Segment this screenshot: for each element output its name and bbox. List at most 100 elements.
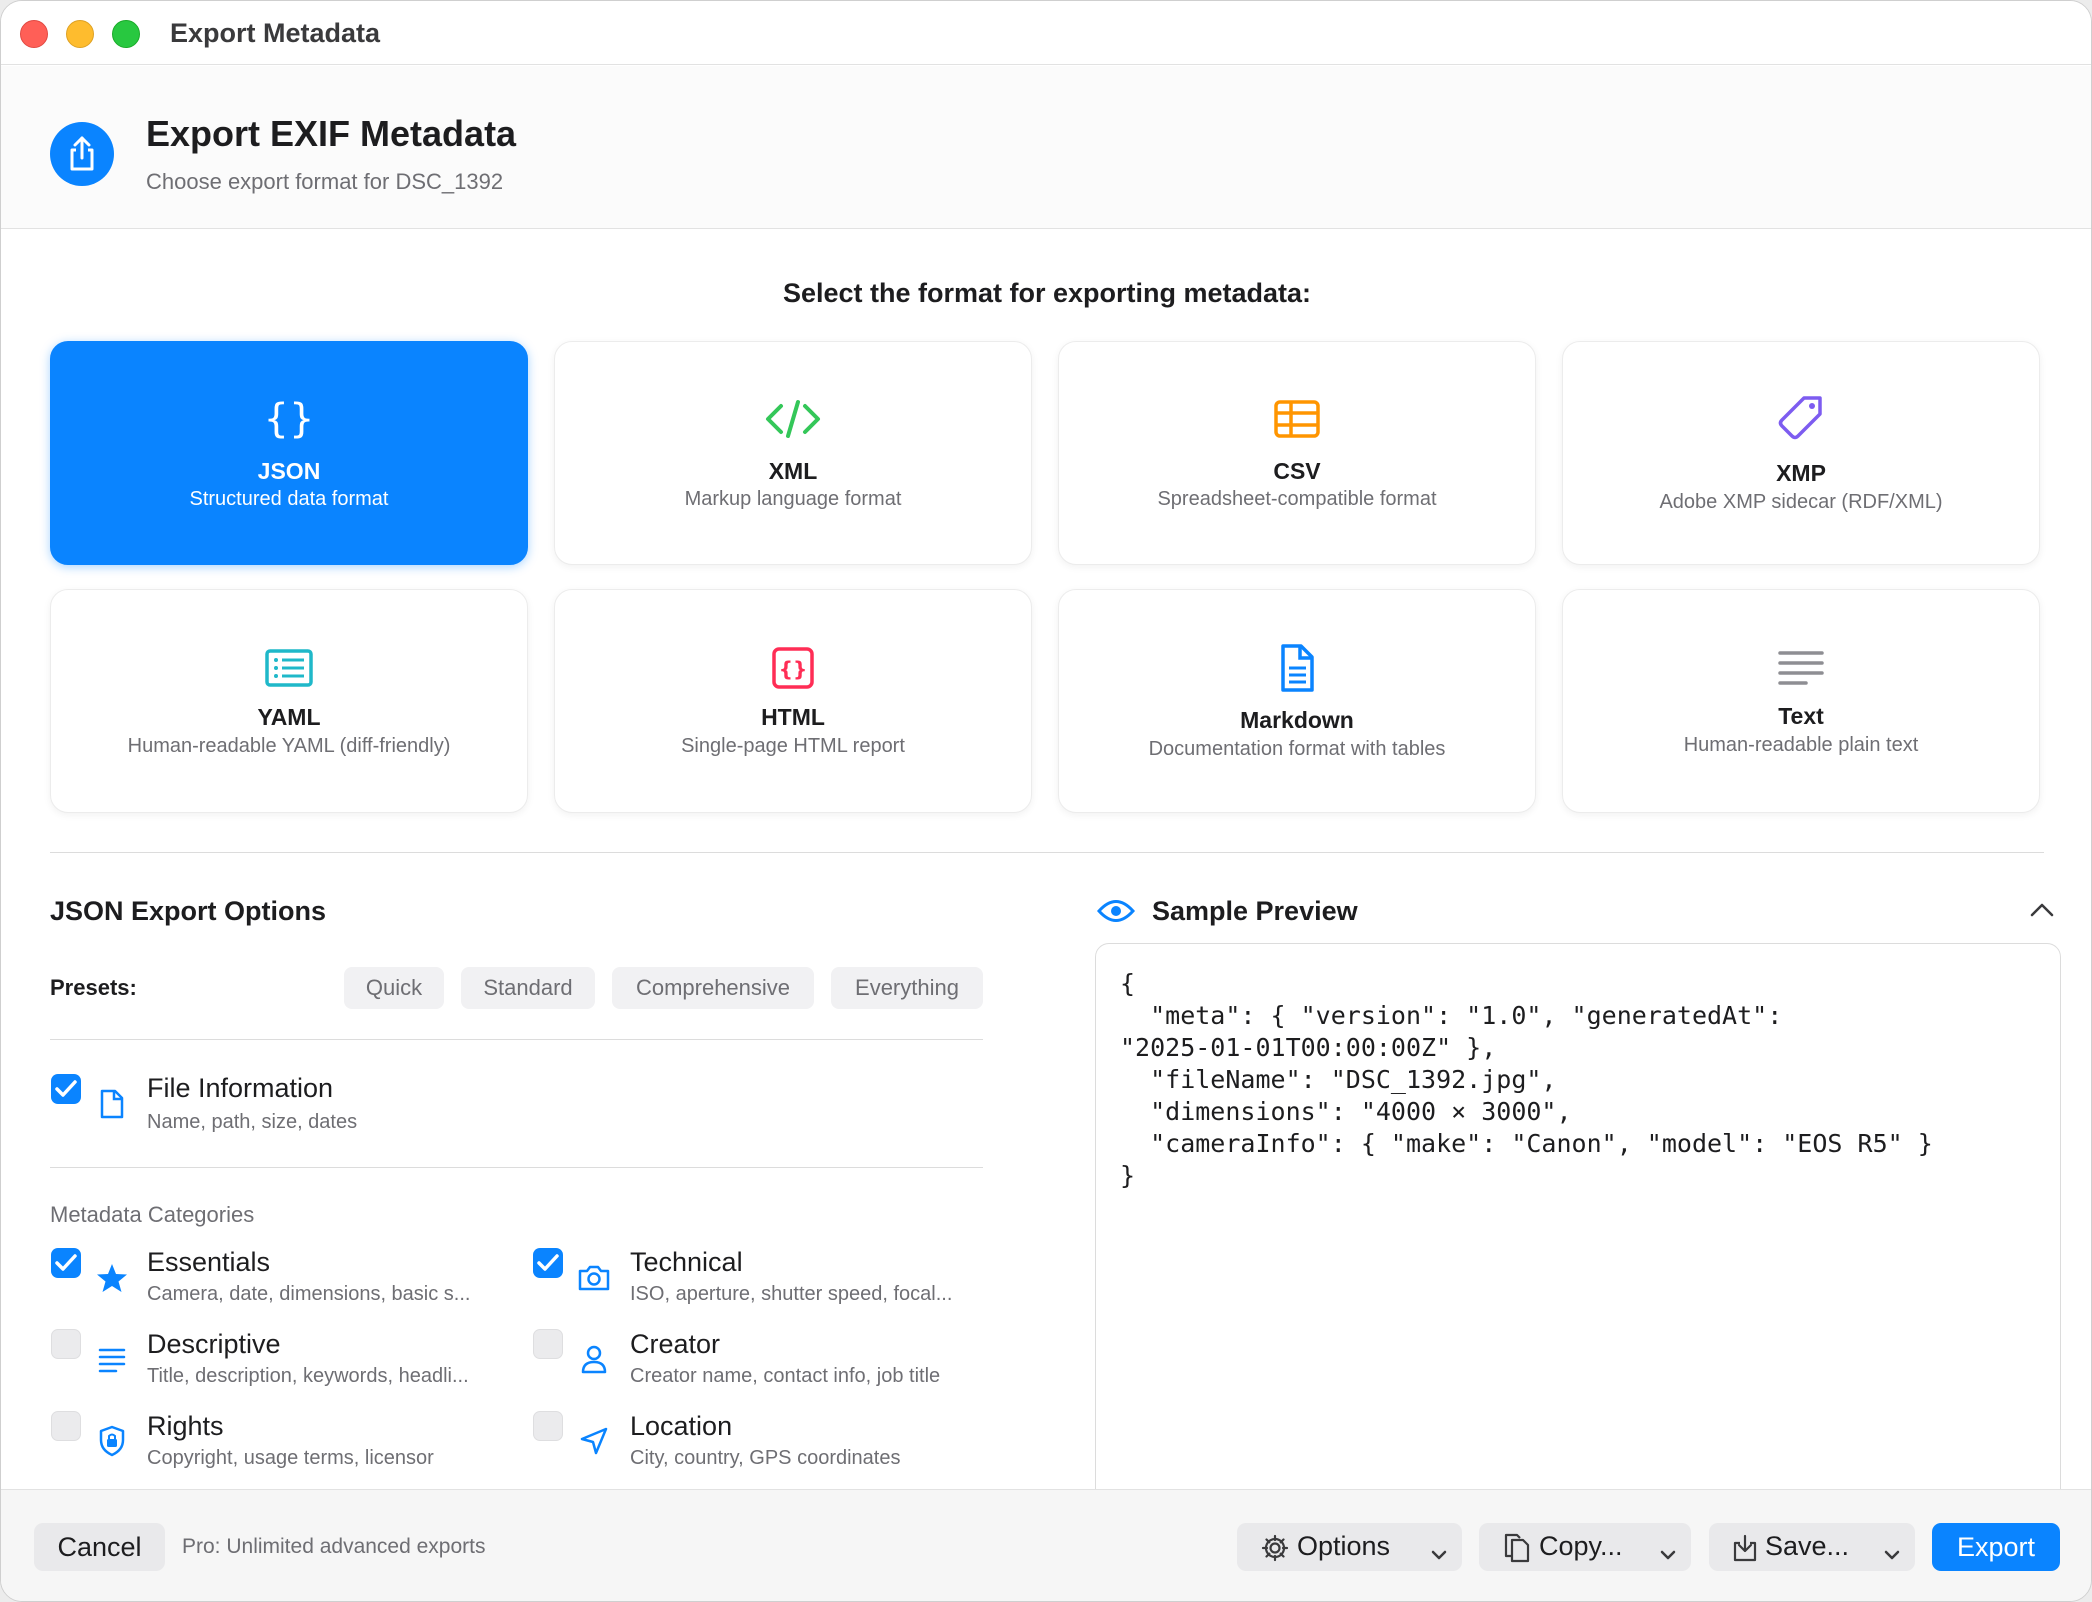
svg-text:{}: {} bbox=[264, 396, 314, 442]
chevron-down-icon bbox=[1659, 1538, 1677, 1569]
collapse-preview-button[interactable] bbox=[2029, 901, 2055, 919]
options-divider bbox=[50, 1039, 983, 1040]
preview-code: { "meta": { "version": "1.0", "generated… bbox=[1120, 969, 1933, 1190]
preview-title: Sample Preview bbox=[1152, 896, 1358, 926]
technical-checkbox[interactable] bbox=[533, 1248, 563, 1278]
preset-quick-button[interactable]: Quick bbox=[344, 967, 444, 1009]
format-name: XMP bbox=[1776, 460, 1826, 486]
essentials-checkbox[interactable] bbox=[51, 1248, 81, 1278]
code-icon bbox=[555, 394, 1031, 444]
svg-text:{}: {} bbox=[779, 657, 807, 681]
pro-note: Pro: Unlimited advanced exports bbox=[182, 1535, 486, 1558]
copy-label: Copy... bbox=[1539, 1531, 1623, 1561]
descriptive-checkbox[interactable] bbox=[51, 1329, 81, 1359]
rights-desc: Copyright, usage terms, licensor bbox=[147, 1447, 434, 1469]
lock-shield-icon bbox=[95, 1424, 129, 1458]
options-button[interactable]: Options bbox=[1237, 1523, 1462, 1571]
preset-comprehensive-button[interactable]: Comprehensive bbox=[612, 967, 814, 1009]
format-card-html[interactable]: {} HTML Single-page HTML report bbox=[554, 589, 1032, 813]
file-information-title: File Information bbox=[147, 1073, 334, 1103]
file-information-desc: Name, path, size, dates bbox=[147, 1111, 358, 1133]
tag-icon bbox=[1563, 394, 2039, 444]
essentials-title: Essentials bbox=[147, 1247, 271, 1277]
section-divider bbox=[50, 852, 2044, 853]
format-description: Spreadsheet-compatible format bbox=[1157, 488, 1437, 510]
location-checkbox[interactable] bbox=[533, 1411, 563, 1441]
person-icon bbox=[577, 1342, 611, 1376]
chevron-down-icon bbox=[1430, 1538, 1448, 1569]
format-description: Single-page HTML report bbox=[681, 735, 905, 757]
gear-icon bbox=[1261, 1534, 1289, 1562]
cancel-button[interactable]: Cancel bbox=[34, 1523, 165, 1571]
window-title: Export Metadata bbox=[170, 18, 381, 48]
dialog-header: Export EXIF Metadata Choose export forma… bbox=[1, 66, 2091, 229]
save-button[interactable]: Save... bbox=[1709, 1523, 1915, 1571]
categories-divider bbox=[50, 1167, 983, 1168]
location-arrow-icon bbox=[577, 1424, 611, 1458]
format-card-xml[interactable]: XML Markup language format bbox=[554, 341, 1032, 565]
format-name: JSON bbox=[257, 458, 321, 484]
file-icon bbox=[95, 1087, 129, 1121]
preview-box: { "meta": { "version": "1.0", "generated… bbox=[1095, 943, 2061, 1503]
format-card-json[interactable]: {} JSON Structured data format bbox=[50, 341, 528, 565]
list-doc-icon bbox=[51, 643, 527, 693]
braces-icon: {} bbox=[51, 394, 527, 444]
format-description: Human-readable plain text bbox=[1683, 734, 1919, 756]
minimize-window-button[interactable] bbox=[66, 20, 94, 48]
format-description: Markup language format bbox=[684, 488, 902, 510]
technical-desc: ISO, aperture, shutter speed, focal... bbox=[630, 1283, 953, 1305]
technical-title: Technical bbox=[630, 1247, 743, 1277]
close-window-button[interactable] bbox=[20, 20, 48, 48]
format-card-csv[interactable]: CSV Spreadsheet-compatible format bbox=[1058, 341, 1536, 565]
copy-button[interactable]: Copy... bbox=[1479, 1523, 1691, 1571]
table-icon bbox=[1059, 394, 1535, 444]
share-icon bbox=[50, 122, 114, 186]
eye-icon bbox=[1096, 898, 1136, 924]
download-icon bbox=[1731, 1533, 1759, 1563]
export-button[interactable]: Export bbox=[1932, 1523, 2060, 1571]
zoom-window-button[interactable] bbox=[112, 20, 140, 48]
rights-checkbox[interactable] bbox=[51, 1411, 81, 1441]
presets-label: Presets: bbox=[50, 975, 137, 1000]
location-desc: City, country, GPS coordinates bbox=[630, 1447, 901, 1469]
format-description: Documentation format with tables bbox=[1148, 738, 1446, 760]
options-label: Options bbox=[1297, 1531, 1391, 1561]
format-card-text[interactable]: Text Human-readable plain text bbox=[1562, 589, 2040, 813]
save-label: Save... bbox=[1765, 1531, 1850, 1561]
text-lines-icon bbox=[1563, 643, 2039, 693]
essentials-desc: Camera, date, dimensions, basic s... bbox=[147, 1283, 471, 1305]
descriptive-desc: Title, description, keywords, headli... bbox=[147, 1365, 469, 1387]
format-card-yaml[interactable]: YAML Human-readable YAML (diff-friendly) bbox=[50, 589, 528, 813]
format-name: Text bbox=[1778, 703, 1824, 729]
creator-checkbox[interactable] bbox=[533, 1329, 563, 1359]
star-icon bbox=[95, 1261, 129, 1295]
dialog-footer: Cancel Pro: Unlimited advanced exports O… bbox=[1, 1489, 2091, 1601]
dialog-subtitle: Choose export format for DSC_1392 bbox=[146, 169, 504, 194]
preset-everything-button[interactable]: Everything bbox=[831, 967, 983, 1009]
text-align-icon bbox=[95, 1342, 129, 1376]
preset-standard-button[interactable]: Standard bbox=[461, 967, 595, 1009]
dialog-title: Export EXIF Metadata bbox=[146, 113, 517, 154]
export-options-title: JSON Export Options bbox=[50, 896, 327, 926]
document-icon bbox=[1059, 643, 1535, 693]
format-card-markdown[interactable]: Markdown Documentation format with table… bbox=[1058, 589, 1536, 813]
file-information-checkbox[interactable] bbox=[51, 1074, 81, 1104]
format-name: HTML bbox=[761, 704, 825, 730]
export-metadata-window: Export Metadata Export EXIF Metadata Cho… bbox=[0, 0, 2092, 1602]
metadata-categories-label: Metadata Categories bbox=[50, 1202, 255, 1227]
rights-title: Rights bbox=[147, 1411, 224, 1441]
format-description: Structured data format bbox=[189, 488, 389, 510]
format-name: YAML bbox=[257, 704, 321, 730]
chevron-down-icon bbox=[1883, 1538, 1901, 1569]
location-title: Location bbox=[630, 1411, 733, 1441]
creator-title: Creator bbox=[630, 1329, 721, 1359]
format-name: CSV bbox=[1273, 458, 1321, 484]
descriptive-title: Descriptive bbox=[147, 1329, 281, 1359]
title-bar: Export Metadata bbox=[1, 1, 2091, 65]
format-card-xmp[interactable]: XMP Adobe XMP sidecar (RDF/XML) bbox=[1562, 341, 2040, 565]
format-name: Markdown bbox=[1240, 707, 1354, 733]
format-description: Adobe XMP sidecar (RDF/XML) bbox=[1659, 491, 1943, 513]
copy-icon bbox=[1503, 1533, 1531, 1563]
creator-desc: Creator name, contact info, job title bbox=[630, 1365, 941, 1387]
camera-icon bbox=[577, 1261, 611, 1295]
